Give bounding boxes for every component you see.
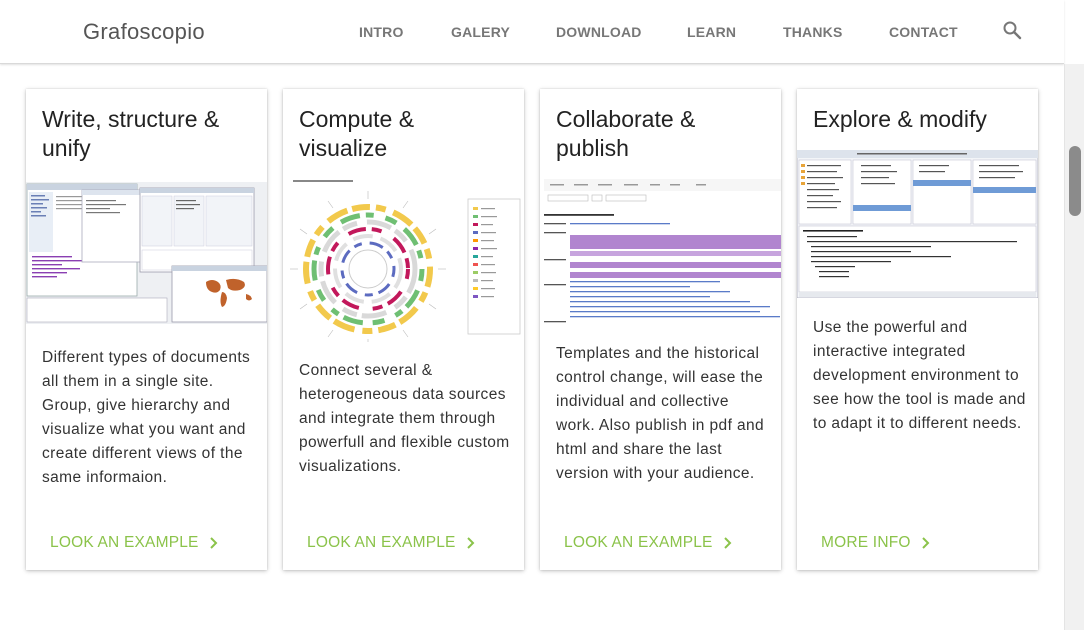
- feature-card-write: Write, structure & unify Different types…: [26, 89, 267, 570]
- card-ide-image: [797, 150, 1038, 298]
- chevron-right-icon: [466, 537, 475, 549]
- nav-learn[interactable]: LEARN: [687, 24, 736, 40]
- look-example-button[interactable]: LOOK AN EXAMPLE: [307, 534, 476, 552]
- feature-card-explore: Explore & modify Use the powerful and in…: [797, 89, 1038, 570]
- card-description: Templates and the historical control cha…: [556, 345, 765, 482]
- card-title: Explore & modify: [813, 105, 1028, 134]
- card-action-label: MORE INFO: [821, 534, 911, 551]
- card-title-line: unify: [42, 135, 91, 161]
- card-description: Different types of documents all them in…: [42, 349, 251, 486]
- feature-card-collaborate: Collaborate & publish Templates and the …: [540, 89, 781, 570]
- top-navbar: Grafoscopio INTRO GALERY DOWNLOAD LEARN …: [0, 0, 1064, 64]
- card-action-label: LOOK AN EXAMPLE: [50, 534, 199, 551]
- card-action-label: LOOK AN EXAMPLE: [307, 534, 456, 551]
- nav-galery[interactable]: GALERY: [451, 24, 510, 40]
- nav-thanks[interactable]: THANKS: [783, 24, 843, 40]
- card-description: Connect several & heterogeneous data sou…: [299, 362, 510, 475]
- card-title: Compute & visualize: [299, 105, 514, 163]
- card-title-line: Collaborate &: [556, 106, 696, 132]
- card-title-line: visualize: [299, 135, 388, 161]
- card-title-line: Write, structure &: [42, 106, 220, 132]
- card-title: Collaborate & publish: [556, 105, 771, 163]
- page-scrollbar[interactable]: [1064, 64, 1084, 630]
- more-info-button[interactable]: MORE INFO: [821, 534, 931, 552]
- scrollbar-thumb[interactable]: [1069, 146, 1081, 216]
- card-title: Write, structure & unify: [42, 105, 257, 163]
- look-example-button[interactable]: LOOK AN EXAMPLE: [564, 534, 733, 552]
- card-visualization-image: [283, 177, 524, 342]
- nav-intro[interactable]: INTRO: [359, 24, 404, 40]
- chevron-right-icon: [921, 537, 930, 549]
- chevron-right-icon: [723, 537, 732, 549]
- look-example-button[interactable]: LOOK AN EXAMPLE: [50, 534, 219, 552]
- card-title-line: Explore & modify: [813, 106, 987, 132]
- card-screenshot-image: [26, 182, 267, 324]
- nav-contact[interactable]: CONTACT: [889, 24, 958, 40]
- nav-download[interactable]: DOWNLOAD: [556, 24, 642, 40]
- search-icon[interactable]: [1002, 20, 1022, 40]
- card-title-line: Compute &: [299, 106, 415, 132]
- feature-card-compute: Compute & visualize Connect several & he…: [283, 89, 524, 570]
- card-action-label: LOOK AN EXAMPLE: [564, 534, 713, 551]
- chevron-right-icon: [209, 537, 218, 549]
- card-title-line: publish: [556, 135, 629, 161]
- card-description: Use the powerful and interactive integra…: [813, 319, 1026, 432]
- card-history-image: [540, 179, 781, 327]
- brand-logo[interactable]: Grafoscopio: [83, 19, 205, 45]
